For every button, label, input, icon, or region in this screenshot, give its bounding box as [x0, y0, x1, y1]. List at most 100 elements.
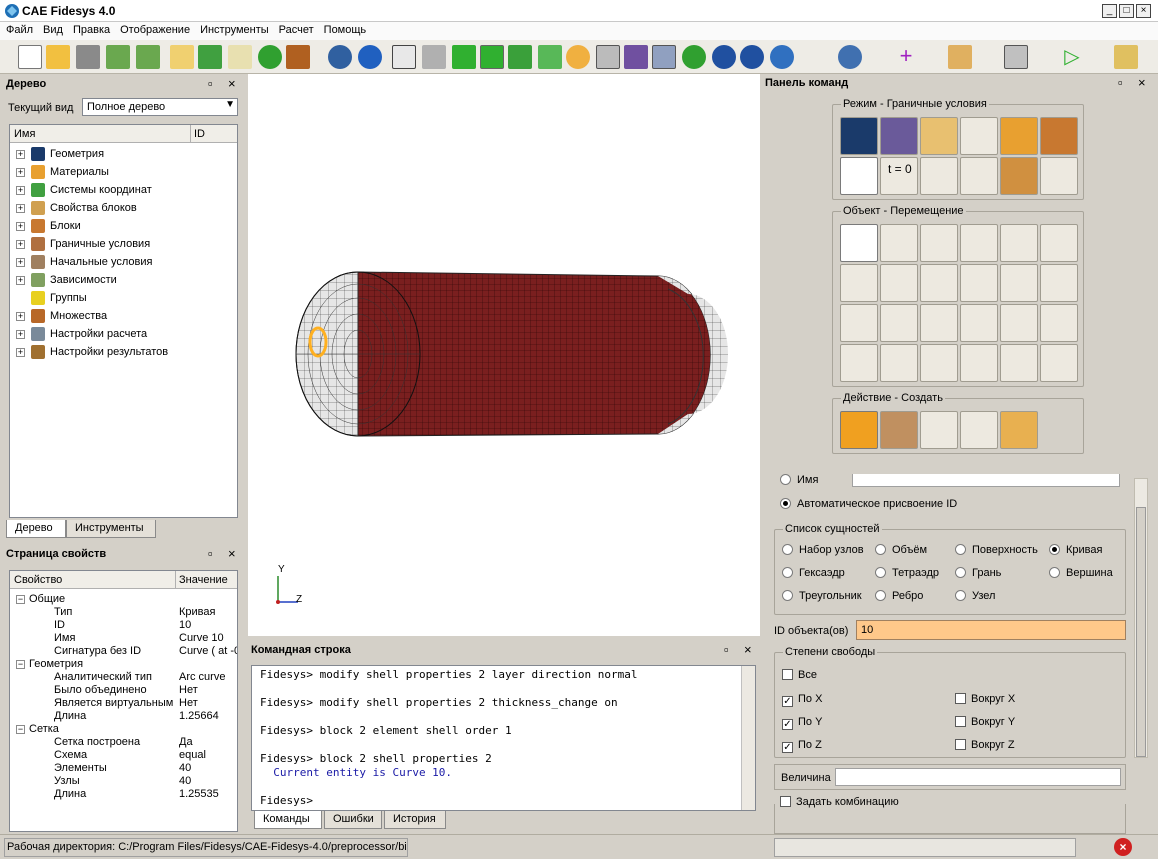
- shaded-cube-icon[interactable]: [452, 45, 476, 69]
- convection-icon[interactable]: [920, 304, 958, 342]
- constraint-icon[interactable]: [1040, 224, 1078, 262]
- zoom-in-icon[interactable]: [712, 45, 736, 69]
- tree-item[interactable]: + Настройки результатов: [16, 345, 168, 363]
- id-icon[interactable]: [228, 45, 252, 69]
- tree-item[interactable]: Группы: [16, 291, 87, 309]
- tree-view[interactable]: Имя ID + Геометрия + Материалы + Системы коор…: [9, 124, 238, 518]
- heat-source-icon[interactable]: [1000, 304, 1038, 342]
- collapse-icon[interactable]: −: [16, 725, 25, 734]
- form-scrollbar[interactable]: [1134, 478, 1148, 758]
- rotate-icon[interactable]: [770, 45, 794, 69]
- menu-calc[interactable]: Расчет: [273, 22, 318, 36]
- properties-table[interactable]: Свойство Значение − Общие Тип Кривая ID 10 Имя…: [9, 570, 238, 832]
- rigid-body-icon[interactable]: [1040, 264, 1078, 302]
- tree-item[interactable]: + Граничные условия: [16, 237, 150, 255]
- tab-tree[interactable]: Дерево: [6, 520, 66, 538]
- maximize-button[interactable]: □: [1119, 4, 1134, 18]
- calculator-mode-icon[interactable]: [960, 157, 998, 195]
- scrollbar-thumb[interactable]: [1136, 507, 1146, 757]
- acceleration-icon[interactable]: [920, 264, 958, 302]
- tie-icon[interactable]: [1040, 344, 1078, 382]
- materials-mode-icon[interactable]: [920, 117, 958, 155]
- save-icon[interactable]: [76, 45, 100, 69]
- distributed-load-icon[interactable]: [960, 224, 998, 262]
- tree-item[interactable]: + Системы координат: [16, 183, 152, 201]
- dof-ry-checkbox[interactable]: Вокруг Y: [955, 716, 1015, 728]
- contact-icon[interactable]: [840, 344, 878, 382]
- expand-icon[interactable]: +: [16, 275, 25, 285]
- entity-radio[interactable]: Вершина: [1049, 567, 1113, 579]
- expand-icon[interactable]: +: [16, 203, 25, 213]
- float-icon[interactable]: ▫: [724, 643, 729, 656]
- name-radio[interactable]: Имя: [780, 474, 818, 486]
- tree-item[interactable]: + Материалы: [16, 165, 109, 183]
- auto-id-radio[interactable]: Автоматическое присвоение ID: [780, 498, 957, 510]
- entity-radio[interactable]: Гексаэдр: [782, 567, 845, 579]
- command-scrollbar[interactable]: [741, 666, 755, 810]
- expand-icon[interactable]: +: [16, 239, 25, 249]
- dof-x-checkbox[interactable]: ✓ По X: [782, 693, 822, 707]
- hidden-cube-icon[interactable]: [422, 45, 446, 69]
- col-name[interactable]: Имя: [14, 128, 35, 140]
- temperature-icon[interactable]: [840, 304, 878, 342]
- expand-icon[interactable]: +: [16, 149, 25, 159]
- grid-icon[interactable]: [596, 45, 620, 69]
- collapse-icon[interactable]: −: [16, 660, 25, 669]
- tree-item[interactable]: + Зависимости: [16, 273, 117, 291]
- error-icon[interactable]: ×: [1114, 838, 1132, 856]
- radiation-icon[interactable]: [960, 304, 998, 342]
- export-icon[interactable]: [136, 45, 160, 69]
- tab-errors[interactable]: Ошибки: [324, 811, 382, 829]
- menu-help[interactable]: Помощь: [318, 22, 371, 36]
- entity-radio[interactable]: Треугольник: [782, 590, 862, 602]
- float-icon[interactable]: ▫: [1118, 76, 1123, 89]
- mesh-cube-icon[interactable]: [538, 45, 562, 69]
- menu-tools[interactable]: Инструменты: [194, 22, 273, 36]
- view-select[interactable]: Полное дерево ▼: [82, 98, 238, 116]
- heat-generation-icon[interactable]: [1040, 304, 1078, 342]
- undo-icon[interactable]: [358, 45, 382, 69]
- bounds-icon[interactable]: [1004, 45, 1028, 69]
- close-icon[interactable]: ×: [744, 643, 752, 656]
- create-action-icon[interactable]: [840, 411, 878, 449]
- expand-icon[interactable]: +: [16, 347, 25, 357]
- open-folder-icon[interactable]: [46, 45, 70, 69]
- tab-history[interactable]: История: [384, 811, 446, 829]
- coordsys-mode-icon[interactable]: [960, 117, 998, 155]
- tree-item[interactable]: + Блоки: [16, 219, 81, 237]
- run-script-icon[interactable]: [198, 45, 222, 69]
- run-icon[interactable]: ▷: [1060, 45, 1084, 69]
- pause-icon[interactable]: [258, 45, 282, 69]
- heat-flux-icon[interactable]: [880, 304, 918, 342]
- connection-icon[interactable]: [1000, 344, 1038, 382]
- shapes-icon[interactable]: [508, 45, 532, 69]
- tree-item[interactable]: + Множества: [16, 309, 107, 327]
- value-input[interactable]: [835, 768, 1121, 786]
- tree-item[interactable]: + Свойства блоков: [16, 201, 137, 219]
- blocks-mode-icon[interactable]: [1000, 117, 1038, 155]
- mesh-mode-icon[interactable]: [880, 117, 918, 155]
- force-icon[interactable]: [880, 224, 918, 262]
- initial-conditions-mode-icon[interactable]: t = 0: [880, 157, 918, 195]
- entity-radio[interactable]: Тетраэдр: [875, 567, 939, 579]
- object-ids-input[interactable]: 10: [856, 620, 1126, 640]
- dof-rx-checkbox[interactable]: Вокруг X: [955, 693, 1015, 705]
- float-icon[interactable]: ▫: [208, 77, 213, 90]
- dof-all-checkbox[interactable]: Все: [782, 669, 817, 681]
- list-action-icon[interactable]: [920, 411, 958, 449]
- beam-icon[interactable]: [960, 264, 998, 302]
- inspect-mode-icon[interactable]: [1040, 157, 1078, 195]
- entity-radio[interactable]: Ребро: [875, 590, 923, 602]
- close-window-button[interactable]: ×: [1136, 4, 1151, 18]
- window-icon[interactable]: [652, 45, 676, 69]
- tab-commands[interactable]: Команды: [254, 811, 322, 829]
- expand-icon[interactable]: +: [16, 257, 25, 267]
- rename-action-icon[interactable]: [960, 411, 998, 449]
- results-mode-icon[interactable]: [1000, 157, 1038, 195]
- gravity-icon[interactable]: [1000, 224, 1038, 262]
- dof-y-checkbox[interactable]: ✓ По Y: [782, 716, 822, 730]
- refresh-icon[interactable]: [682, 45, 706, 69]
- tree-item[interactable]: + Настройки расчета: [16, 327, 147, 345]
- geometry-mode-icon[interactable]: [840, 117, 878, 155]
- crosshair-icon[interactable]: +: [894, 45, 918, 69]
